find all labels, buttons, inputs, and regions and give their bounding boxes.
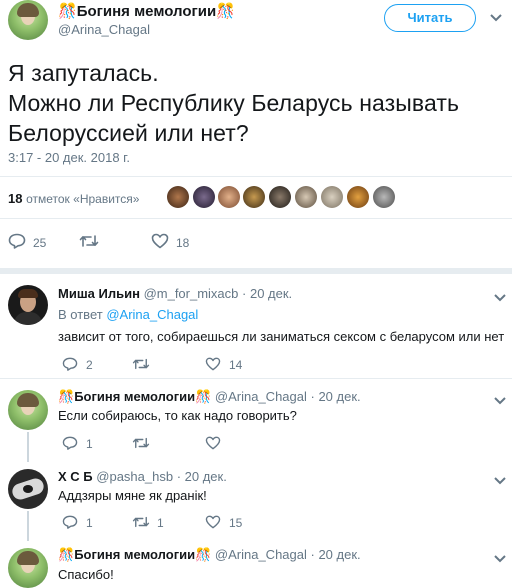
reply-count: 25: [33, 236, 47, 250]
party-emoji-icon: 🎊: [58, 547, 75, 562]
author-name[interactable]: Богиня мемологии: [77, 3, 217, 20]
reply-author-handle[interactable]: @pasha_hsb: [96, 469, 173, 484]
reply-text: Если собираюсь, то как надо говорить?: [58, 408, 297, 423]
reply-author-name[interactable]: Миша Ильин: [58, 286, 140, 301]
liker-avatar[interactable]: [193, 186, 215, 208]
author-name-row[interactable]: 🎊Богиня мемологии🎊: [58, 2, 235, 20]
reply-avatar[interactable]: [8, 469, 48, 509]
reply-author-name[interactable]: Х С Б: [58, 469, 93, 484]
reply-text: Аддзяры мяне як дранік!: [58, 488, 207, 503]
like-count: 15: [229, 516, 243, 530]
party-emoji-icon: 🎊: [195, 547, 212, 562]
likes-summary-count: 18: [8, 191, 23, 206]
chevron-down-icon[interactable]: [494, 290, 506, 302]
tweet-text-line: Белоруссией или нет?: [8, 120, 249, 146]
reply-author-handle[interactable]: @Arina_Chagal: [215, 547, 307, 562]
reply-avatar[interactable]: [8, 390, 48, 430]
party-emoji-icon: 🎊: [58, 3, 77, 20]
reply-icon[interactable]: [8, 233, 26, 249]
reply-count: 1: [86, 437, 93, 451]
liker-avatar[interactable]: [347, 186, 369, 208]
reply-header: 🎊Богиня мемологии🎊 @Arina_Chagal · 20 де…: [58, 547, 361, 563]
reply-header: Миша Ильин @m_for_mixacb · 20 дек.: [58, 286, 292, 301]
follow-button[interactable]: Читать: [384, 4, 476, 32]
liker-avatar[interactable]: [321, 186, 343, 208]
liker-avatar[interactable]: [373, 186, 395, 208]
reply-author-name[interactable]: Богиня мемологии: [74, 547, 195, 562]
reply-date[interactable]: · 20 дек.: [242, 286, 292, 301]
reply-date[interactable]: · 20 дек.: [311, 547, 361, 562]
chevron-down-icon[interactable]: [494, 393, 506, 405]
retweet-count: 1: [157, 516, 164, 530]
likes-summary[interactable]: 18 отметок «Нравится»: [8, 191, 139, 206]
reply-icon[interactable]: [62, 515, 78, 529]
chevron-down-icon[interactable]: [494, 551, 506, 563]
like-count: 18: [176, 236, 190, 250]
reply-header: 🎊Богиня мемологии🎊 @Arina_Chagal · 20 де…: [58, 389, 361, 405]
reply-text: зависит от того, собираешься ли занимать…: [58, 329, 505, 344]
tweet-text-line: Я запуталась.: [8, 60, 159, 86]
reply-author-name[interactable]: Богиня мемологии: [74, 389, 195, 404]
retweet-icon[interactable]: [79, 233, 99, 249]
reply-date[interactable]: · 20 дек.: [177, 469, 227, 484]
reply-avatar[interactable]: [8, 285, 48, 325]
reply-author-handle[interactable]: @m_for_mixacb: [144, 286, 239, 301]
reply-icon[interactable]: [62, 436, 78, 450]
reply-text: Спасибо!: [58, 567, 114, 582]
chevron-down-icon[interactable]: [490, 10, 502, 22]
retweet-icon[interactable]: [132, 357, 150, 371]
liker-avatar[interactable]: [269, 186, 291, 208]
tweet-text: Я запуталась. Можно ли Республику Белару…: [8, 58, 459, 148]
author-avatar[interactable]: [8, 0, 48, 40]
chevron-down-icon[interactable]: [494, 473, 506, 485]
like-icon[interactable]: [205, 357, 221, 371]
reply-to-handle[interactable]: @Arina_Chagal: [106, 307, 198, 322]
reply-header: Х С Б @pasha_hsb · 20 дек.: [58, 469, 227, 484]
like-icon[interactable]: [205, 515, 221, 529]
reply-to-prefix: В ответ: [58, 307, 103, 322]
reply-count: 2: [86, 358, 93, 372]
party-emoji-icon: 🎊: [195, 389, 212, 404]
reply-to-line: В ответ @Arina_Chagal: [58, 307, 198, 322]
reply-count: 1: [86, 516, 93, 530]
liker-avatar[interactable]: [295, 186, 317, 208]
party-emoji-icon: 🎊: [58, 389, 75, 404]
like-icon[interactable]: [205, 436, 221, 450]
likes-summary-label: отметок «Нравится»: [26, 192, 140, 206]
reply-icon[interactable]: [62, 357, 78, 371]
liker-avatar[interactable]: [167, 186, 189, 208]
reply-avatar[interactable]: [8, 548, 48, 588]
reply-date[interactable]: · 20 дек.: [311, 389, 361, 404]
author-handle[interactable]: @Arina_Chagal: [58, 22, 150, 37]
liker-avatar[interactable]: [218, 186, 240, 208]
follow-button-label: Читать: [407, 10, 453, 25]
like-icon[interactable]: [151, 233, 169, 249]
tweet-text-line: Можно ли Республику Беларусь называть: [8, 90, 460, 116]
like-count: 14: [229, 358, 243, 372]
tweet-timestamp[interactable]: 3:17 - 20 дек. 2018 г.: [8, 150, 130, 165]
retweet-icon[interactable]: [132, 515, 150, 529]
party-emoji-icon: 🎊: [216, 3, 235, 20]
reply-author-handle[interactable]: @Arina_Chagal: [215, 389, 307, 404]
liker-avatar[interactable]: [243, 186, 265, 208]
retweet-icon[interactable]: [132, 436, 150, 450]
